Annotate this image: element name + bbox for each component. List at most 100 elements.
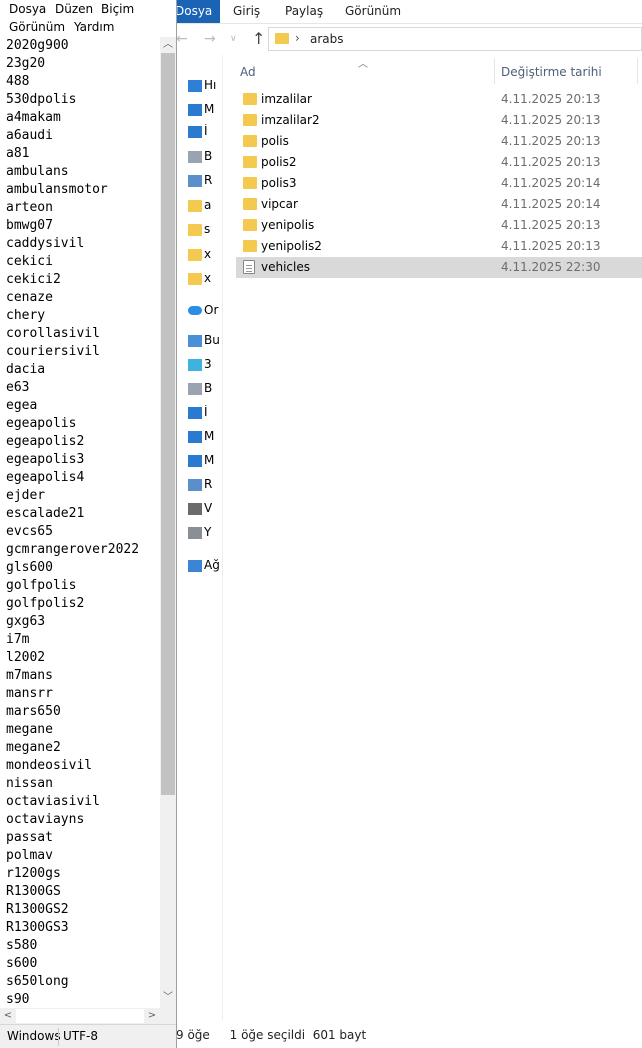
nav-item[interactable]: M: [188, 453, 222, 469]
nav-item[interactable]: Y: [188, 525, 222, 541]
folder-icon: [243, 240, 257, 252]
document-icon: [188, 382, 202, 395]
nav-item-label: Bu: [204, 333, 220, 347]
nav-item[interactable]: a: [188, 198, 222, 214]
text-line: s90: [6, 992, 30, 1007]
scroll-right-arrow-icon[interactable]: >: [144, 1008, 160, 1024]
column-header-date-modified[interactable]: Değiştirme tarihi: [501, 65, 602, 79]
folder-icon: [188, 248, 202, 261]
menu-help[interactable]: Yardım: [74, 20, 114, 34]
nav-item[interactable]: Hı: [188, 78, 222, 94]
scroll-down-arrow-icon[interactable]: ﹀: [160, 990, 176, 1006]
text-line: cekici2: [6, 272, 61, 287]
scrollbar-corner: [160, 1008, 176, 1024]
folder-icon: [243, 156, 257, 168]
selection-info: 1 öğe seçildi 601 bayt: [229, 1028, 367, 1042]
scroll-left-arrow-icon[interactable]: <: [0, 1008, 16, 1024]
nav-item[interactable]: M: [188, 102, 222, 118]
up-arrow-icon[interactable]: ↑: [252, 29, 265, 48]
file-row[interactable]: yenipolis 4.11.2025 20:13: [236, 215, 642, 236]
column-header-name[interactable]: Ad: [240, 65, 256, 79]
text-line: golfpolis: [6, 578, 77, 593]
text-line: mondeosivil: [6, 758, 93, 773]
forward-arrow-icon[interactable]: →: [204, 31, 216, 47]
ribbon-tab-share[interactable]: Paylaş: [285, 0, 323, 23]
vertical-scroll-thumb[interactable]: [161, 53, 175, 795]
nav-item[interactable]: 3: [188, 357, 222, 373]
column-divider[interactable]: [637, 58, 638, 84]
notepad-window: Dosya Düzen Biçim Görünüm Yardım 2020g90…: [0, 0, 177, 1048]
file-row[interactable]: vipcar 4.11.2025 20:14: [236, 194, 642, 215]
breadcrumb-current-folder[interactable]: arabs: [310, 32, 344, 46]
file-row[interactable]: imzalilar 4.11.2025 20:13: [236, 89, 642, 110]
file-date-modified: 4.11.2025 20:13: [501, 155, 601, 169]
file-name: yenipolis: [261, 218, 315, 232]
scroll-up-arrow-icon[interactable]: ︿: [160, 37, 176, 53]
nav-item[interactable]: İ: [188, 405, 222, 421]
ribbon-tab-home[interactable]: Giriş: [233, 0, 260, 23]
nav-item[interactable]: Ağ: [188, 558, 222, 574]
nav-item[interactable]: İ: [188, 124, 222, 140]
file-row[interactable]: polis 4.11.2025 20:13: [236, 131, 642, 152]
column-divider[interactable]: [494, 58, 495, 84]
nav-item-label: R: [204, 173, 213, 187]
nav-item-label: M: [204, 102, 215, 116]
nav-item-label: M: [204, 453, 215, 467]
vertical-scrollbar[interactable]: ︿ ﹀: [160, 37, 176, 1008]
text-line: cekici: [6, 254, 53, 269]
music-note-icon: [188, 454, 202, 467]
nav-item-label: Or: [204, 303, 219, 317]
text-line: couriersivil: [6, 344, 100, 359]
nav-item-label: x: [204, 247, 212, 261]
nav-item-label: Ağ: [204, 558, 220, 572]
file-row[interactable]: imzalilar2 4.11.2025 20:13: [236, 110, 642, 131]
nav-item[interactable]: B: [188, 149, 222, 165]
text-line: corollasivil: [6, 326, 100, 341]
back-arrow-icon[interactable]: ←: [176, 31, 188, 47]
nav-item[interactable]: B: [188, 381, 222, 397]
nav-item-label: B: [204, 149, 213, 163]
folder-icon: [243, 219, 257, 231]
horizontal-scroll-track[interactable]: [16, 1009, 144, 1023]
text-line: ambulans: [6, 164, 69, 179]
notepad-text-area[interactable]: 2020g900 23g20 488 530dpolis a4makam a6audi a8…: [0, 37, 160, 1008]
notepad-menu-bar: Dosya Düzen Biçim Görünüm Yardım: [0, 0, 176, 37]
text-line: megane: [6, 722, 53, 737]
text-line: egeapolis: [6, 416, 77, 431]
text-line: octaviasivil: [6, 794, 100, 809]
nav-item[interactable]: x: [188, 247, 222, 263]
ribbon-tab-view[interactable]: Görünüm: [345, 0, 401, 23]
recent-locations-chevron-icon[interactable]: ∨: [230, 34, 237, 44]
file-name: polis2: [261, 155, 297, 169]
text-line: dacia: [6, 362, 46, 377]
nav-item-label: Y: [204, 525, 212, 539]
file-row[interactable]: vehicles 4.11.2025 22:30: [236, 257, 642, 278]
encoding-status: UTF-8: [63, 1029, 98, 1043]
breadcrumb-separator[interactable]: ›: [295, 31, 300, 45]
text-line: cenaze: [6, 290, 53, 305]
menu-edit[interactable]: Düzen: [55, 2, 93, 16]
nav-item[interactable]: R: [188, 477, 222, 493]
nav-item[interactable]: Or: [188, 303, 222, 319]
address-bar[interactable]: › arabs: [268, 27, 642, 51]
text-line: polmav: [6, 848, 53, 863]
menu-view[interactable]: Görünüm: [9, 20, 65, 34]
nav-item[interactable]: s: [188, 222, 222, 238]
file-row[interactable]: polis2 4.11.2025 20:13: [236, 152, 642, 173]
nav-item[interactable]: M: [188, 429, 222, 445]
nav-item[interactable]: R: [188, 173, 222, 189]
file-row[interactable]: polis3 4.11.2025 20:14: [236, 173, 642, 194]
nav-item[interactable]: V: [188, 501, 222, 517]
nav-item[interactable]: Bu: [188, 333, 222, 349]
menu-format[interactable]: Biçim: [101, 2, 134, 16]
file-row[interactable]: yenipolis2 4.11.2025 20:13: [236, 236, 642, 257]
text-line: e63: [6, 380, 30, 395]
nav-item[interactable]: x: [188, 271, 222, 287]
download-arrow-icon: [188, 125, 202, 138]
file-date-modified: 4.11.2025 20:14: [501, 176, 601, 190]
text-line: gls600: [6, 560, 53, 575]
menu-file[interactable]: Dosya: [9, 2, 46, 16]
horizontal-scrollbar[interactable]: < >: [0, 1008, 160, 1024]
text-line: s600: [6, 956, 38, 971]
folder-icon: [275, 33, 289, 44]
